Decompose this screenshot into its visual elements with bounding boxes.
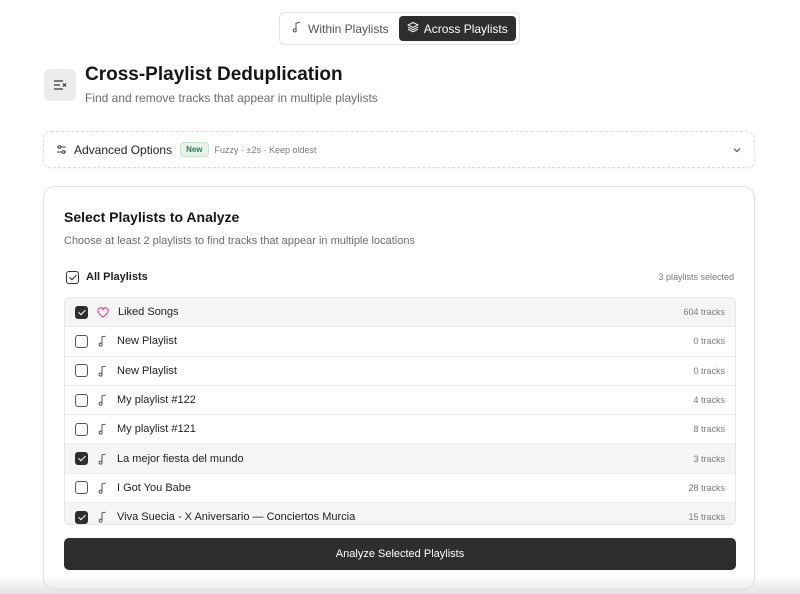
advanced-options-toggle[interactable]: Advanced Options New Fuzzy · ±2s · Keep … [43,131,755,168]
playlist-checkbox[interactable] [75,481,88,495]
page-subtitle: Find and remove tracks that appear in mu… [85,91,378,105]
playlist-row[interactable]: My playlist #121 8 tracks [65,415,735,445]
playlist-name: Viva Suecia - X Aniversario — Conciertos… [117,511,356,524]
list-remove-icon [44,69,76,101]
music-note-icon [97,482,108,494]
playlist-row[interactable]: Liked Songs 604 tracks [65,298,735,328]
heart-icon [97,306,109,318]
sliders-icon [56,144,67,155]
music-note-icon [97,365,108,377]
playlist-name: I Got You Babe [117,481,192,494]
playlist-row[interactable]: New Playlist 0 tracks [65,356,735,386]
playlist-checkbox[interactable] [75,364,88,378]
playlist-row[interactable]: New Playlist 0 tracks [65,327,735,357]
across-playlists-label: Across Playlists [423,21,508,36]
playlist-list[interactable]: Liked Songs 604 tracks New Playlist 0 track… [64,297,736,525]
playlist-track-count: 3 tracks [693,453,725,464]
analyze-button[interactable]: Analyze Selected Playlists [64,538,736,570]
playlist-track-count: 604 tracks [683,307,725,318]
music-note-icon [97,423,108,435]
across-playlists-tab[interactable]: Across Playlists [398,16,516,41]
playlist-track-count: 15 tracks [688,512,725,523]
playlist-track-count: 4 tracks [693,395,725,406]
card-title: Select Playlists to Analyze [64,209,240,225]
new-badge: New [180,142,209,157]
music-note-icon [97,453,108,465]
within-playlists-tab[interactable]: Within Playlists [283,16,397,41]
music-note-icon [97,335,108,348]
within-playlists-label: Within Playlists [308,21,389,36]
card-description: Choose at least 2 playlists to find trac… [64,235,415,247]
playlist-checkbox[interactable] [75,452,88,466]
playlist-track-count: 0 tracks [693,336,725,347]
playlist-name: Liked Songs [118,306,179,319]
playlist-track-count: 0 tracks [693,365,725,376]
music-note-icon [291,21,303,36]
bottom-fade [0,576,800,594]
playlist-row[interactable]: La mejor fiesta del mundo 3 tracks [65,444,735,474]
playlist-name: New Playlist [117,364,177,377]
playlist-row[interactable]: I Got You Babe 28 tracks [65,473,735,504]
all-playlists-label: All Playlists [86,271,148,283]
selected-count: 3 playlists selected [658,272,734,282]
chevron-down-icon [732,145,742,155]
advanced-options-summary: Fuzzy · ±2s · Keep oldest [214,144,317,155]
advanced-options-label: Advanced Options [74,142,173,157]
playlist-selection-card: Select Playlists to Analyze Choose at le… [43,186,755,590]
playlist-track-count: 28 tracks [688,482,725,493]
music-note-icon [97,394,108,406]
music-note-icon [97,511,108,523]
playlist-checkbox[interactable] [75,510,88,524]
page-title: Cross-Playlist Deduplication [85,64,343,85]
mode-toggle: Within Playlists Across Playlists [279,12,520,45]
all-playlists-checkbox[interactable] [66,270,79,284]
playlist-row[interactable]: My playlist #122 4 tracks [65,385,735,416]
playlist-name: My playlist #121 [117,423,196,436]
playlist-name: My playlist #122 [117,394,196,407]
layers-icon [406,21,419,36]
playlist-checkbox[interactable] [75,334,88,348]
playlist-checkbox[interactable] [75,393,88,407]
playlist-checkbox[interactable] [75,305,88,319]
playlist-checkbox[interactable] [75,422,88,436]
playlist-name: New Playlist [117,335,177,348]
playlist-track-count: 8 tracks [693,424,725,435]
playlist-name: La mejor fiesta del mundo [117,452,244,465]
all-playlists-row[interactable]: All Playlists 3 playlists selected [66,269,734,285]
playlist-row[interactable]: Viva Suecia - X Aniversario — Conciertos… [65,503,735,524]
